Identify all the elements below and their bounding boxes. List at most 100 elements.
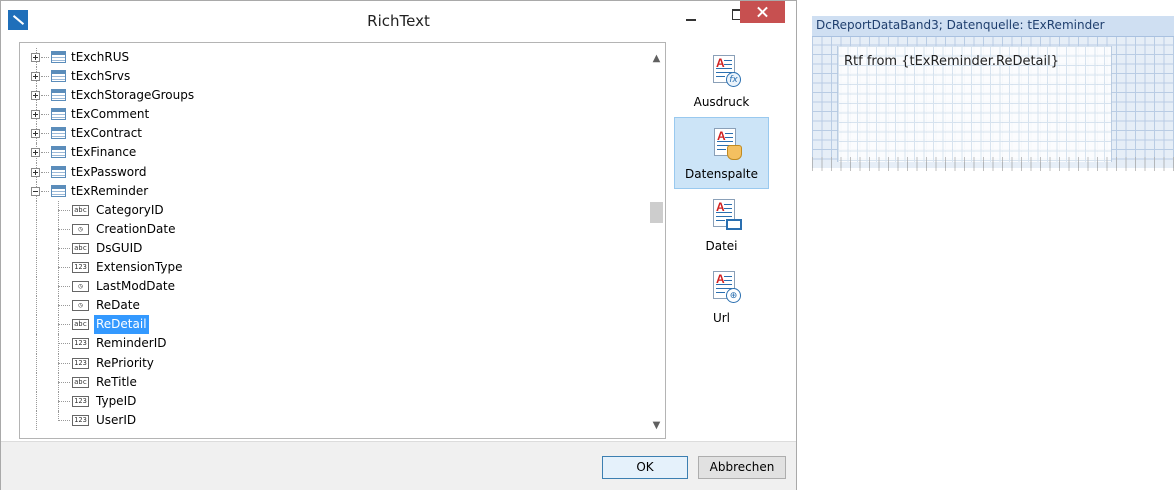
tree-table-row[interactable]: tExFinance xyxy=(20,143,645,163)
tree-field-row[interactable]: 123 ReminderID xyxy=(20,334,645,354)
number-type-icon: 123 xyxy=(72,357,89,369)
text-type-icon: abc xyxy=(72,204,89,216)
tree-field-row[interactable]: ◷ ReDate xyxy=(20,296,645,316)
field-label: DsGUID xyxy=(96,240,143,255)
tree-dash xyxy=(41,171,49,173)
tree-field-row[interactable]: abc ReDetail xyxy=(20,315,645,335)
table-icon xyxy=(51,127,66,140)
source-type-label: Ausdruck xyxy=(693,95,750,109)
tree-table-row[interactable]: tExContract xyxy=(20,124,645,144)
tree-table-row[interactable]: tExPassword xyxy=(20,162,645,182)
table-label: tExchStorageGroups xyxy=(71,88,195,103)
tree-field-row[interactable]: 123 UserID xyxy=(20,410,645,430)
expand-icon[interactable] xyxy=(31,53,40,62)
tree-table-row[interactable]: tExchStorageGroups xyxy=(20,86,645,106)
table-label: tExComment xyxy=(71,107,150,122)
band-header[interactable]: DcReportDataBand3; Datenquelle: tExRemin… xyxy=(812,16,1174,37)
tree-dash xyxy=(58,400,70,402)
source-type-ausdruck[interactable]: Afx Ausdruck xyxy=(674,45,769,117)
tree-dash xyxy=(58,286,70,288)
tree-dash xyxy=(58,324,70,326)
expand-icon[interactable] xyxy=(31,110,40,120)
tree-line xyxy=(36,391,37,411)
tree-line xyxy=(36,238,37,259)
expand-icon[interactable] xyxy=(31,129,40,139)
table-icon xyxy=(51,51,66,63)
field-label: RePriority xyxy=(96,355,154,370)
vertical-scrollbar[interactable]: ▲ ▼ xyxy=(648,43,665,438)
collapse-icon[interactable] xyxy=(31,186,40,196)
tree-table-row[interactable]: tExReminder xyxy=(20,181,645,201)
tree-dash xyxy=(41,114,49,116)
type-badge-icon: fx xyxy=(726,72,741,87)
tree-dash xyxy=(41,57,49,58)
tree-dash xyxy=(58,419,70,421)
type-badge-icon xyxy=(726,219,742,230)
text-type-icon: abc xyxy=(72,376,89,388)
tree-field-row[interactable]: 123 RePriority xyxy=(20,353,645,373)
rtf-text: Rtf from {tExReminder.ReDetail} xyxy=(844,54,1060,69)
richtext-dialog: RichText tExchRUS tExchSrvs tExchStorageGr… xyxy=(0,0,797,490)
table-label: tExContract xyxy=(71,126,143,141)
tree-table-row[interactable]: tExchSrvs xyxy=(20,67,645,87)
field-label: CreationDate xyxy=(96,221,176,236)
source-type-label: Datenspalte xyxy=(685,167,758,181)
field-label: ReTitle xyxy=(96,374,137,389)
tree-field-row[interactable]: ◷ LastModDate xyxy=(20,277,645,297)
tree-dash xyxy=(58,228,70,230)
scroll-down-icon[interactable]: ▼ xyxy=(648,418,665,434)
tree-field-row[interactable]: 123 ExtensionType xyxy=(20,258,645,278)
tree-dash xyxy=(58,267,70,269)
expand-icon[interactable] xyxy=(31,72,40,82)
source-type-datei[interactable]: A Datei xyxy=(674,189,769,261)
tree-line xyxy=(36,353,37,373)
table-icon xyxy=(51,165,66,178)
tree-table-row[interactable]: tExchRUS xyxy=(20,48,645,68)
number-type-icon: 123 xyxy=(72,395,89,407)
table-label: tExchSrvs xyxy=(71,69,131,84)
scrollbar-thumb[interactable] xyxy=(650,202,663,223)
tree-field-row[interactable]: abc ReTitle xyxy=(20,372,645,392)
expand-icon[interactable] xyxy=(31,148,40,158)
dialog-footer: OK Abbrechen xyxy=(1,441,796,490)
tree-field-row[interactable]: 123 TypeID xyxy=(20,391,645,411)
clock-icon: ◷ xyxy=(72,300,89,312)
data-tree[interactable]: tExchRUS tExchSrvs tExchStorageGroups tExCo… xyxy=(19,42,666,439)
text-type-icon: abc xyxy=(72,242,89,254)
cancel-button[interactable]: Abbrechen xyxy=(698,456,786,479)
expand-icon[interactable] xyxy=(31,167,40,177)
tree-field-row[interactable]: abc DsGUID xyxy=(20,238,645,259)
table-label: tExFinance xyxy=(71,145,137,160)
tree-dash xyxy=(58,362,70,364)
tree-line xyxy=(36,296,37,316)
ok-button[interactable]: OK xyxy=(602,456,688,479)
tree-dash xyxy=(41,133,49,135)
tree-line xyxy=(36,200,37,220)
table-icon xyxy=(51,89,66,102)
tree-table-row[interactable]: tExComment xyxy=(20,105,645,125)
field-label: UserID xyxy=(96,412,137,427)
table-label: tExPassword xyxy=(71,164,147,179)
field-label: LastModDate xyxy=(96,279,175,294)
scroll-up-icon[interactable]: ▲ xyxy=(648,51,665,67)
clock-icon: ◷ xyxy=(72,223,89,235)
tree-dash xyxy=(58,381,70,383)
report-designer-area: DcReportDataBand3; Datenquelle: tExRemin… xyxy=(812,16,1174,168)
tree-dash xyxy=(58,247,70,249)
field-label: TypeID xyxy=(96,393,137,408)
minimize-button[interactable] xyxy=(669,1,715,31)
close-button[interactable] xyxy=(740,1,785,23)
number-type-icon: 123 xyxy=(72,262,89,274)
source-type-label: Url xyxy=(712,311,731,325)
ruler xyxy=(812,157,1174,171)
tree-field-row[interactable]: abc CategoryID xyxy=(20,200,645,220)
tree-line xyxy=(36,315,37,335)
field-label: CategoryID xyxy=(96,202,164,217)
source-type-datenspalte[interactable]: A Datenspalte xyxy=(674,117,769,189)
source-type-url[interactable]: A ⊕ Url xyxy=(674,261,769,333)
expand-icon[interactable] xyxy=(31,91,40,101)
table-icon xyxy=(51,70,66,83)
table-label: tExchRUS xyxy=(71,50,130,64)
tree-field-row[interactable]: ◷ CreationDate xyxy=(20,219,645,239)
type-badge-icon xyxy=(727,145,742,160)
